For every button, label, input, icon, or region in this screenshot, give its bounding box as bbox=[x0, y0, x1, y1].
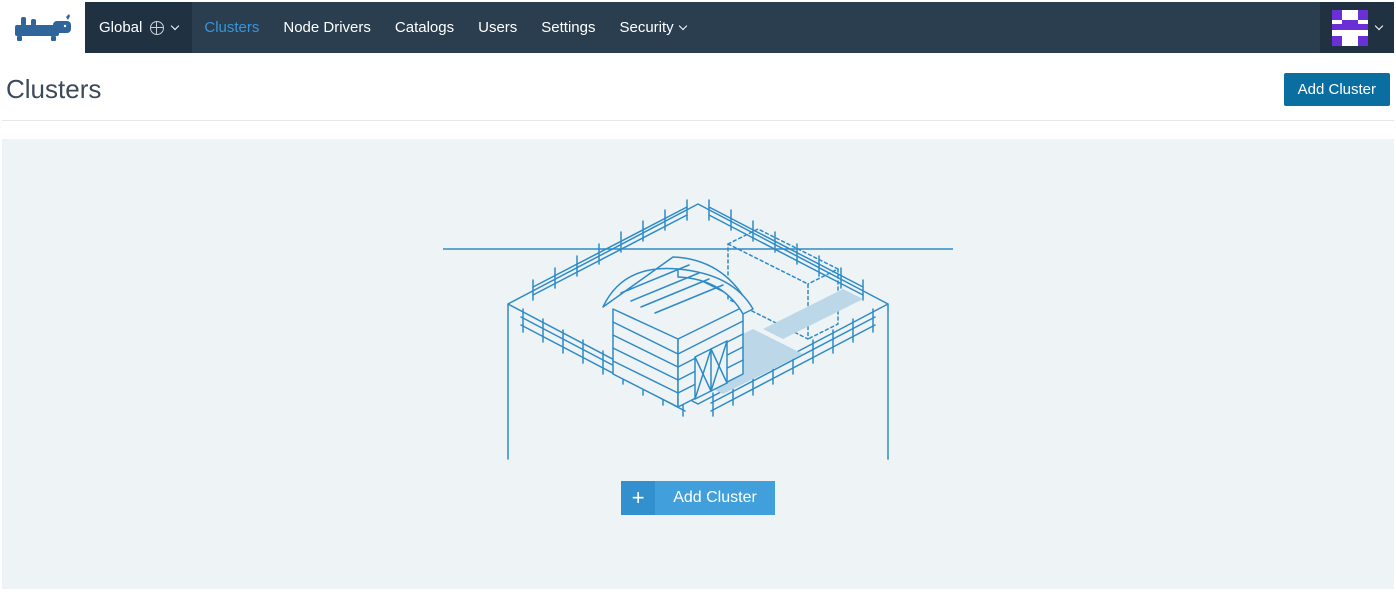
chevron-down-icon bbox=[171, 21, 179, 29]
page-title: Clusters bbox=[6, 74, 101, 105]
nav-label: Node Drivers bbox=[283, 19, 371, 36]
add-cluster-button[interactable]: Add Cluster bbox=[1284, 73, 1390, 106]
nav-label: Security bbox=[619, 19, 673, 36]
scope-selector[interactable]: Global bbox=[85, 2, 192, 53]
topbar: Global Clusters Node Drivers Catalogs Us… bbox=[2, 2, 1394, 53]
nav-item-users[interactable]: Users bbox=[466, 2, 529, 53]
nav-item-node-drivers[interactable]: Node Drivers bbox=[271, 2, 383, 53]
nav-item-security[interactable]: Security bbox=[607, 2, 697, 53]
nav-item-settings[interactable]: Settings bbox=[529, 2, 607, 53]
empty-state: + Add Cluster bbox=[2, 139, 1394, 589]
globe-icon bbox=[150, 21, 164, 35]
nav-label: Catalogs bbox=[395, 19, 454, 36]
nav-label: Settings bbox=[541, 19, 595, 36]
scope-label: Global bbox=[99, 19, 142, 36]
page-header: Clusters Add Cluster bbox=[2, 55, 1394, 121]
nav-item-clusters[interactable]: Clusters bbox=[192, 2, 271, 53]
empty-state-illustration bbox=[443, 189, 953, 469]
avatar bbox=[1332, 10, 1368, 46]
chevron-down-icon bbox=[1375, 21, 1383, 29]
add-cluster-label: Add Cluster bbox=[655, 481, 775, 515]
rancher-logo-icon bbox=[13, 13, 75, 43]
nav-label: Clusters bbox=[204, 19, 259, 36]
spacer bbox=[698, 2, 1320, 53]
nav-label: Users bbox=[478, 19, 517, 36]
chevron-down-icon bbox=[678, 21, 686, 29]
add-cluster-button-center[interactable]: + Add Cluster bbox=[621, 481, 775, 515]
user-menu[interactable] bbox=[1320, 2, 1394, 53]
logo[interactable] bbox=[2, 2, 85, 53]
plus-icon: + bbox=[621, 481, 655, 515]
nav-item-catalogs[interactable]: Catalogs bbox=[383, 2, 466, 53]
nav-items: Clusters Node Drivers Catalogs Users Set… bbox=[192, 2, 697, 53]
